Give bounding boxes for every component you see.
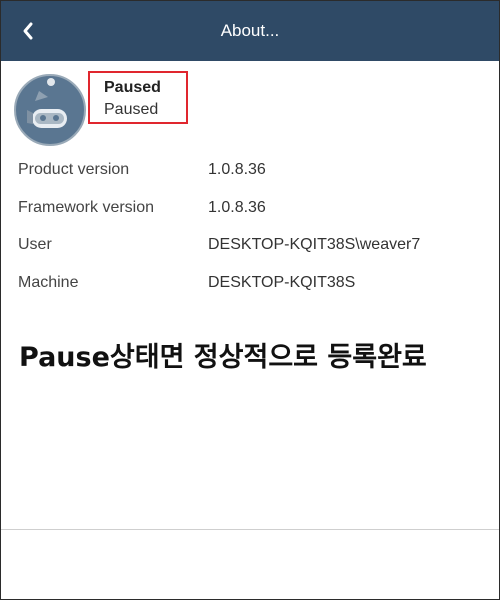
annotation-text: Pause상태면 정상적으로 등록완료 (19, 342, 427, 373)
status-title: Paused (104, 79, 161, 96)
user-value: DESKTOP-KQIT38S\weaver7 (208, 236, 421, 253)
machine-label: Machine (18, 274, 79, 291)
framework-version-label: Framework version (18, 199, 155, 216)
status-subtitle: Paused (104, 101, 159, 118)
product-version-value: 1.0.8.36 (208, 161, 266, 178)
robot-avatar (13, 73, 87, 147)
framework-version-value: 1.0.8.36 (208, 199, 266, 216)
status-highlight-box: Paused Paused (88, 71, 188, 124)
machine-value: DESKTOP-KQIT38S (208, 274, 356, 291)
robot-avatar-icon (14, 74, 86, 146)
user-label: User (18, 236, 52, 253)
page-title: About... (220, 21, 280, 40)
product-version-label: Product version (18, 161, 130, 178)
bottom-divider (1, 529, 499, 530)
about-screen: About... Paused Paused Product version 1… (0, 0, 500, 600)
header-bar: About... (1, 1, 499, 61)
